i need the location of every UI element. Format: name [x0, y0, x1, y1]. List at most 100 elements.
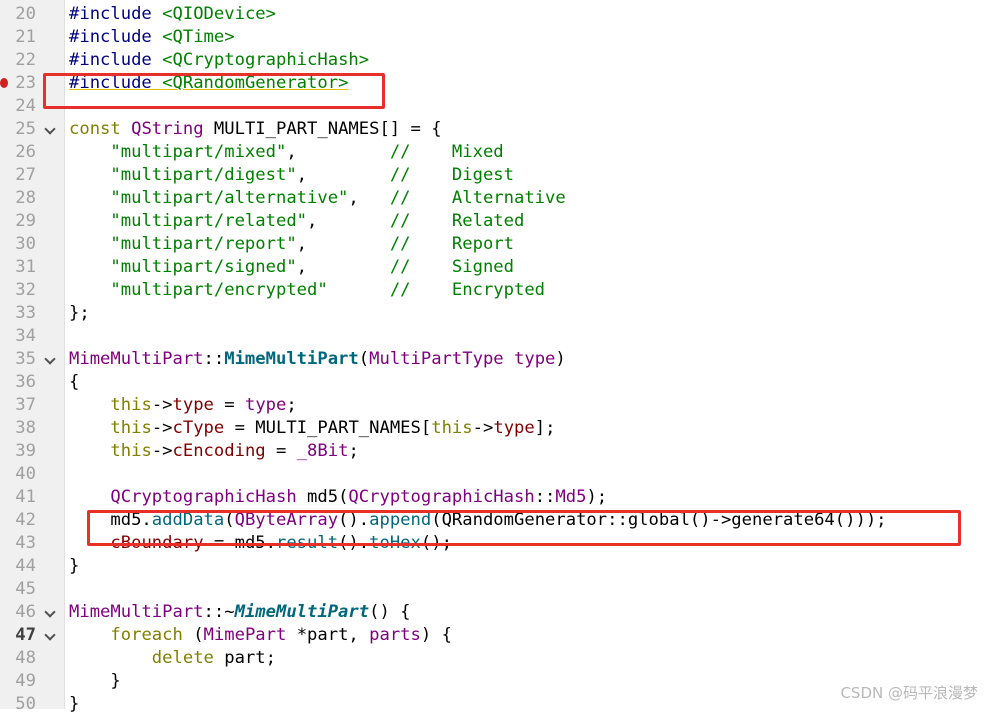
code-token: ); — [586, 487, 608, 507]
code-editor[interactable]: 20 #include <QIODevice> 21 #include <QTime>… — [0, 3, 984, 716]
code-token: -> — [151, 441, 173, 461]
code-line[interactable]: 39 this->cEncoding = _8Bit; — [0, 440, 984, 463]
highlight-box-include — [43, 73, 385, 109]
code-line[interactable]: 31 "multipart/signed", // Signed — [0, 256, 984, 279]
code-token: -> — [151, 418, 173, 438]
code-token: "multipart/alternative" — [110, 188, 349, 208]
code-token: MimeMultiPart — [69, 602, 204, 622]
code-token: ]; — [534, 418, 556, 438]
code-token: :: — [203, 349, 225, 369]
line-number: 47 — [15, 625, 36, 645]
code-line[interactable]: 22 #include <QCryptographicHash> — [0, 49, 984, 72]
code-text: MimeMultiPart::MimeMultiPart(MultiPartTy… — [69, 348, 566, 371]
code-token: = MULTI_PART_NAMES[ — [224, 418, 432, 438]
code-line[interactable]: 26 "multipart/mixed", // Mixed — [0, 141, 984, 164]
code-token: this — [110, 395, 152, 415]
line-number: 41 — [15, 487, 36, 507]
fold-chevron-icon[interactable] — [44, 624, 56, 647]
code-text: this->cType = MULTI_PART_NAMES[this->typ… — [69, 417, 555, 440]
code-token: "multipart/report" — [110, 234, 297, 254]
code-line[interactable]: 49 } — [0, 670, 984, 693]
code-line[interactable]: 35 MimeMultiPart::MimeMultiPart(MultiPart… — [0, 348, 984, 371]
code-line[interactable]: 38 this->cType = MULTI_PART_NAMES[this->… — [0, 417, 984, 440]
code-line[interactable]: 29 "multipart/related", // Related — [0, 210, 984, 233]
code-line[interactable]: 21 #include <QTime> — [0, 26, 984, 49]
code-token: // Related — [389, 211, 525, 231]
line-number: 28 — [15, 188, 36, 208]
fold-chevron-icon[interactable] — [44, 601, 56, 624]
code-text: "multipart/signed", // Signed — [69, 256, 514, 279]
code-token: () { — [369, 602, 411, 622]
fold-chevron-icon[interactable] — [44, 348, 56, 371]
code-line[interactable]: 20 #include <QIODevice> — [0, 3, 984, 26]
code-line[interactable]: 28 "multipart/alternative", // Alternati… — [0, 187, 984, 210]
line-number: 25 — [15, 119, 36, 139]
code-line[interactable]: 44} — [0, 555, 984, 578]
code-token: type — [244, 395, 287, 415]
code-token: , — [296, 234, 390, 254]
code-token: "multipart/encrypted" — [110, 280, 328, 300]
code-line[interactable]: 30 "multipart/report", // Report — [0, 233, 984, 256]
code-token: "multipart/related" — [110, 211, 308, 231]
code-token: MULTI_PART_NAMES[] = { — [203, 119, 442, 139]
line-number: 22 — [15, 50, 36, 70]
code-line[interactable]: 48 delete part; — [0, 647, 984, 670]
code-token: foreach — [110, 625, 183, 645]
line-number: 32 — [15, 280, 36, 300]
line-number: 36 — [15, 372, 36, 392]
line-number: 21 — [15, 27, 36, 47]
line-number: 29 — [15, 211, 36, 231]
code-token: *part, — [286, 625, 370, 645]
code-line[interactable]: 45 — [0, 578, 984, 601]
code-token: } — [69, 556, 80, 576]
code-token: #include — [69, 50, 152, 70]
error-marker-icon[interactable] — [0, 78, 8, 88]
line-number: 34 — [15, 326, 36, 346]
code-text: "multipart/alternative", // Alternative — [69, 187, 565, 210]
line-number: 31 — [15, 257, 36, 277]
code-token: QCryptographicHash — [110, 487, 297, 507]
code-token: md5( — [296, 487, 349, 507]
code-token: type — [514, 349, 556, 369]
code-token: ( — [358, 349, 370, 369]
code-token: #include — [69, 4, 152, 24]
code-line[interactable]: 32 "multipart/encrypted" // Encrypted — [0, 279, 984, 302]
line-number: 49 — [15, 671, 36, 691]
line-number: 43 — [15, 533, 36, 553]
code-line[interactable]: 40 — [0, 463, 984, 486]
line-number: 39 — [15, 441, 36, 461]
code-token: ; — [286, 395, 297, 415]
code-line[interactable]: 37 this->type = type; — [0, 394, 984, 417]
code-token: { — [69, 372, 80, 392]
code-line[interactable]: 50} — [0, 693, 984, 716]
code-line[interactable]: 33}; — [0, 302, 984, 325]
code-line[interactable]: 46 MimeMultiPart::~MimeMultiPart() { — [0, 601, 984, 624]
line-number: 40 — [15, 464, 36, 484]
code-text: "multipart/report", // Report — [69, 233, 514, 256]
code-line[interactable]: 25 const QString MULTI_PART_NAMES[] = { — [0, 118, 984, 141]
fold-chevron-icon[interactable] — [44, 118, 56, 141]
code-line[interactable]: 41 QCryptographicHash md5(QCryptographic… — [0, 486, 984, 509]
code-token: this — [110, 418, 152, 438]
code-line[interactable]: 34 — [0, 325, 984, 348]
line-number: 48 — [15, 648, 36, 668]
code-token: -> — [151, 395, 173, 415]
code-line[interactable]: 27 "multipart/digest", // Digest — [0, 164, 984, 187]
code-line[interactable]: 47 foreach (MimePart *part, parts) { — [0, 624, 984, 647]
code-text: #include <QTime> — [69, 26, 235, 49]
code-text: } — [69, 693, 79, 716]
code-line[interactable]: 36 { — [0, 371, 984, 394]
code-token: <QIODevice> — [162, 4, 276, 24]
code-text: { — [69, 371, 79, 394]
code-token: Md5 — [555, 487, 587, 507]
highlight-box-adddata — [87, 510, 961, 546]
line-number: 27 — [15, 165, 36, 185]
